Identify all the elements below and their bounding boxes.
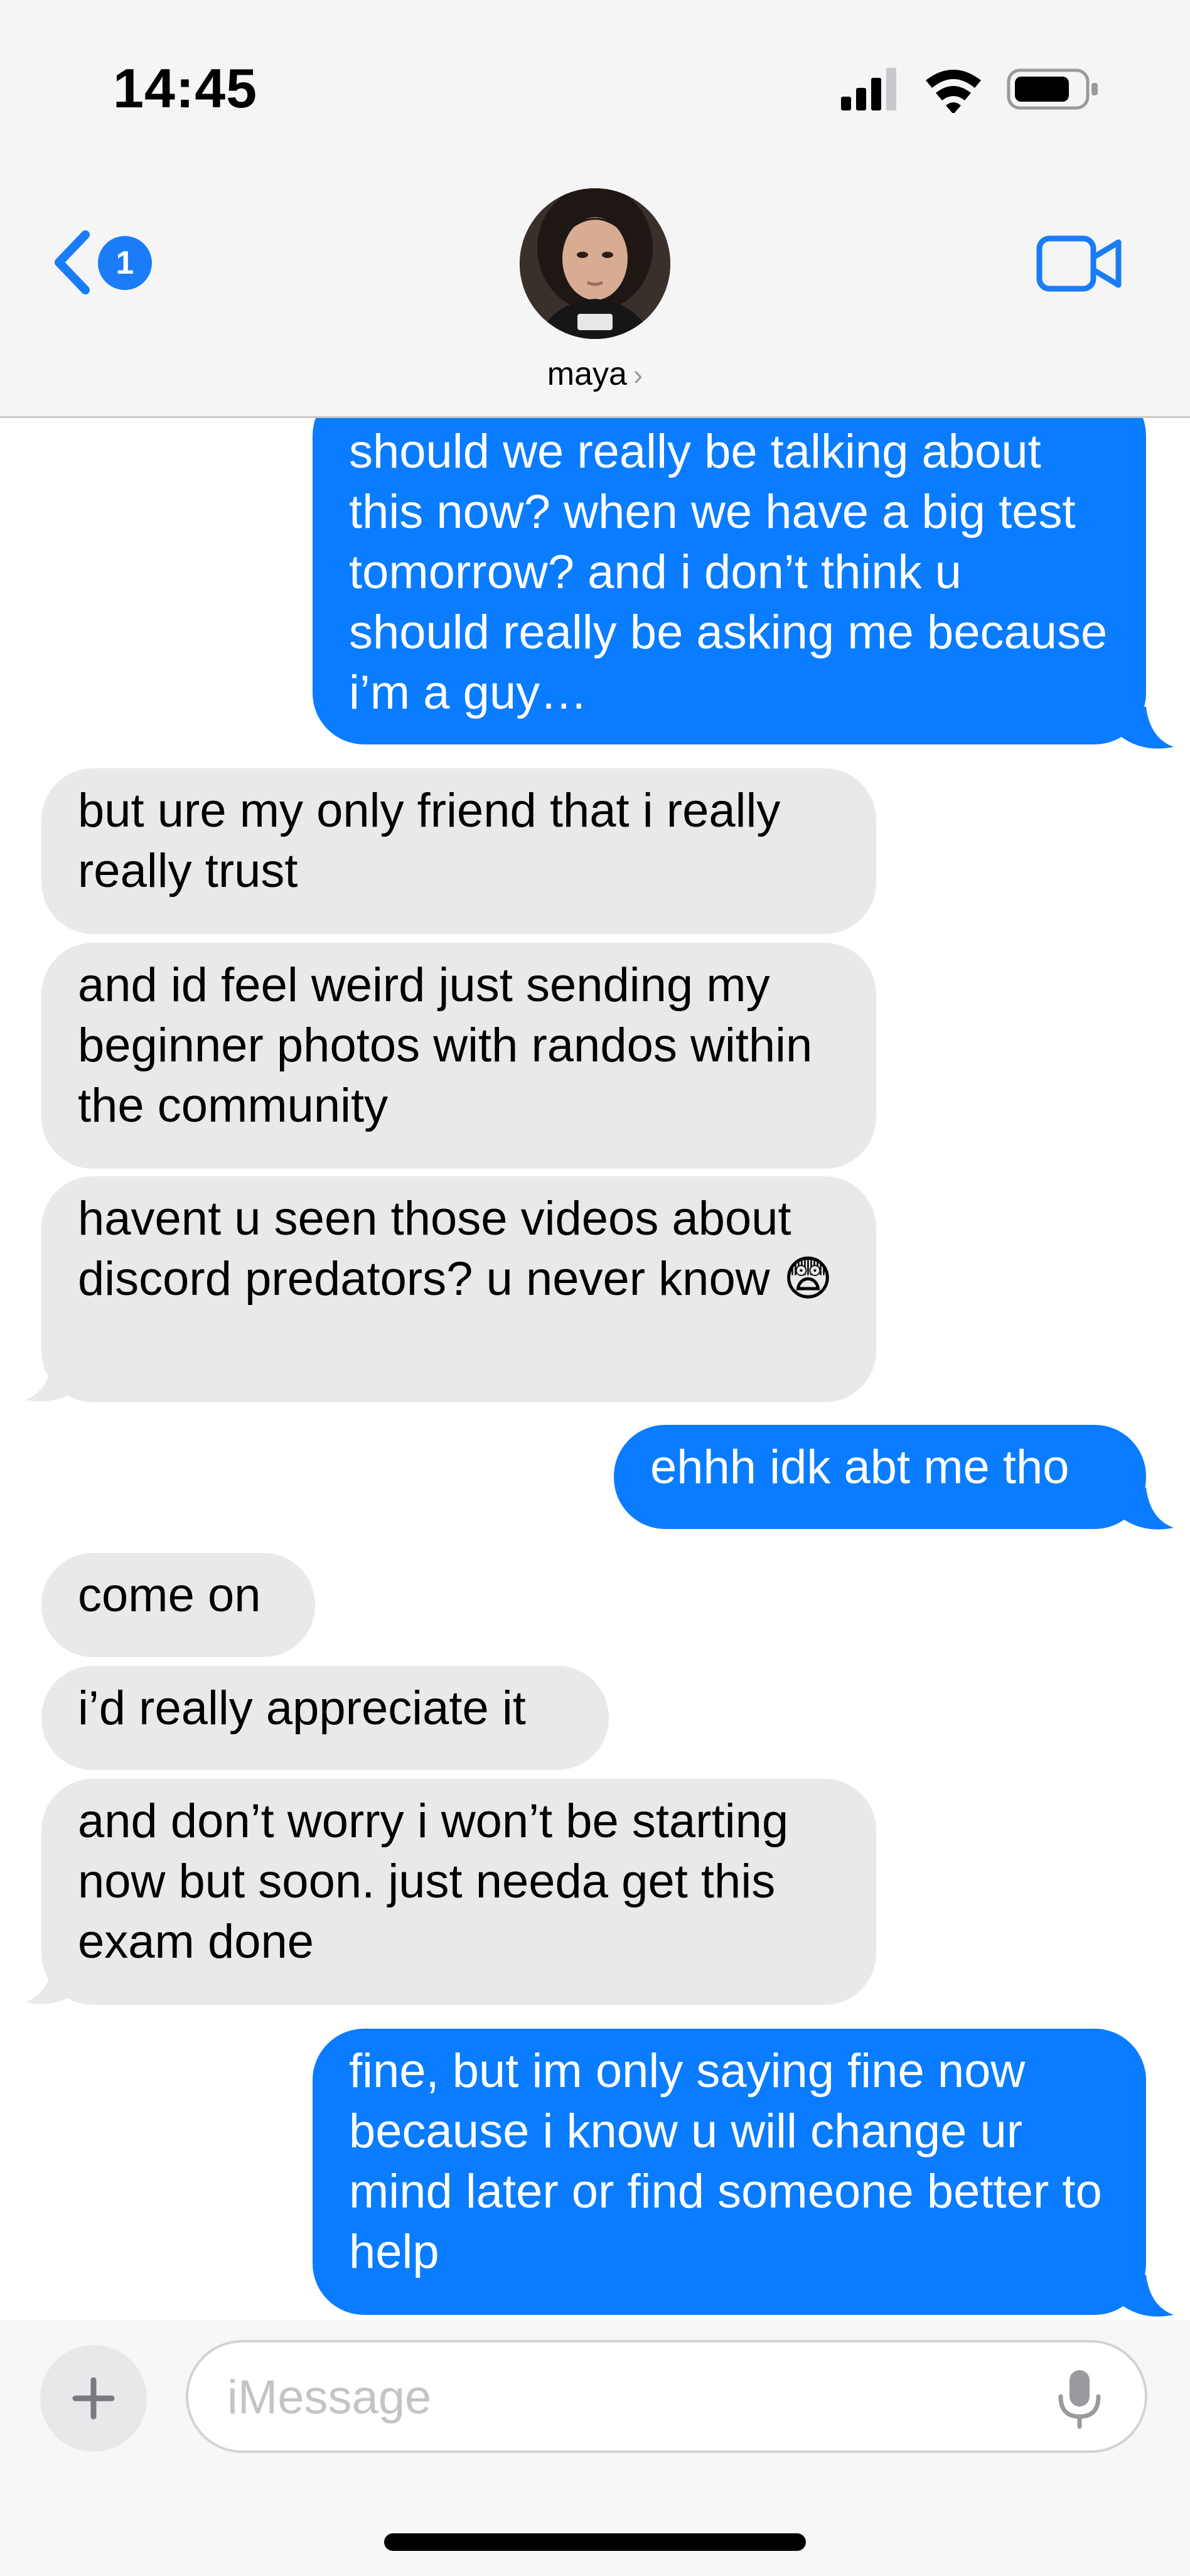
message-bubble-sent[interactable]: ehhh idk abt me tho [614,1425,1146,1529]
message-text: fine, but im only saying fine now becaus… [349,2044,1102,2278]
bubble-tail [1117,1488,1174,1530]
battery-icon [1007,68,1098,110]
message-text: should we really be talking about this n… [349,425,1108,719]
plus-icon [72,2377,115,2420]
message-bubble-received[interactable]: and id feel weird just sending my beginn… [41,943,876,1169]
message-text: i’d really appreciate it [78,1682,526,1735]
message-thread[interactable]: should we really be talking about this n… [0,418,1190,2320]
chevron-right-icon: › [633,358,643,391]
message-bubble-received[interactable]: i’d really appreciate it [41,1666,609,1770]
chevron-left-icon [55,230,90,294]
status-time: 14:45 [113,57,258,119]
bubble-tail [1117,707,1174,749]
contact-name-button[interactable]: maya › [0,355,1190,393]
microphone-icon[interactable] [1054,2369,1105,2429]
contact-name: maya [547,356,627,392]
message-bubble-sent[interactable]: fine, but im only saying fine now becaus… [313,2029,1146,2315]
message-text: and don’t worry i won’t be starting now … [78,1795,789,1968]
message-input[interactable] [226,2365,1007,2429]
message-text: come on [78,1569,261,1622]
cellular-signal-icon [841,68,896,110]
message-text: ehhh idk abt me tho [650,1441,1069,1494]
bubble-tail [1117,2275,1174,2317]
contact-avatar[interactable] [520,188,670,339]
message-bubble-received[interactable]: come on [41,1553,315,1657]
home-indicator[interactable] [384,2533,806,2551]
wifi-icon [926,70,981,113]
unread-count-badge: 1 [98,236,152,290]
compose-bar [0,2320,1190,2576]
message-text: and id feel weird just sending my beginn… [78,958,813,1132]
avatar-photo [520,188,670,339]
message-bubble-received[interactable]: and don’t worry i won’t be starting now … [41,1779,876,2005]
message-input-container[interactable] [186,2340,1147,2453]
apps-button[interactable] [40,2345,147,2452]
back-button[interactable]: 1 [49,226,162,301]
message-bubble-sent[interactable]: should we really be talking about this n… [313,418,1146,744]
bubble-tail [25,1360,82,1402]
bubble-tail [25,1962,82,2004]
status-icons [841,68,1098,113]
video-camera-icon[interactable] [1036,232,1123,295]
message-bubble-received[interactable]: but ure my only friend that i really rea… [41,768,876,934]
message-text: but ure my only friend that i really rea… [78,784,781,898]
conversation-header: 14:45 1 maya › [0,0,1190,418]
message-text: havent u seen those videos about discord… [78,1192,833,1306]
message-bubble-received[interactable]: havent u seen those videos about discord… [41,1176,876,1402]
